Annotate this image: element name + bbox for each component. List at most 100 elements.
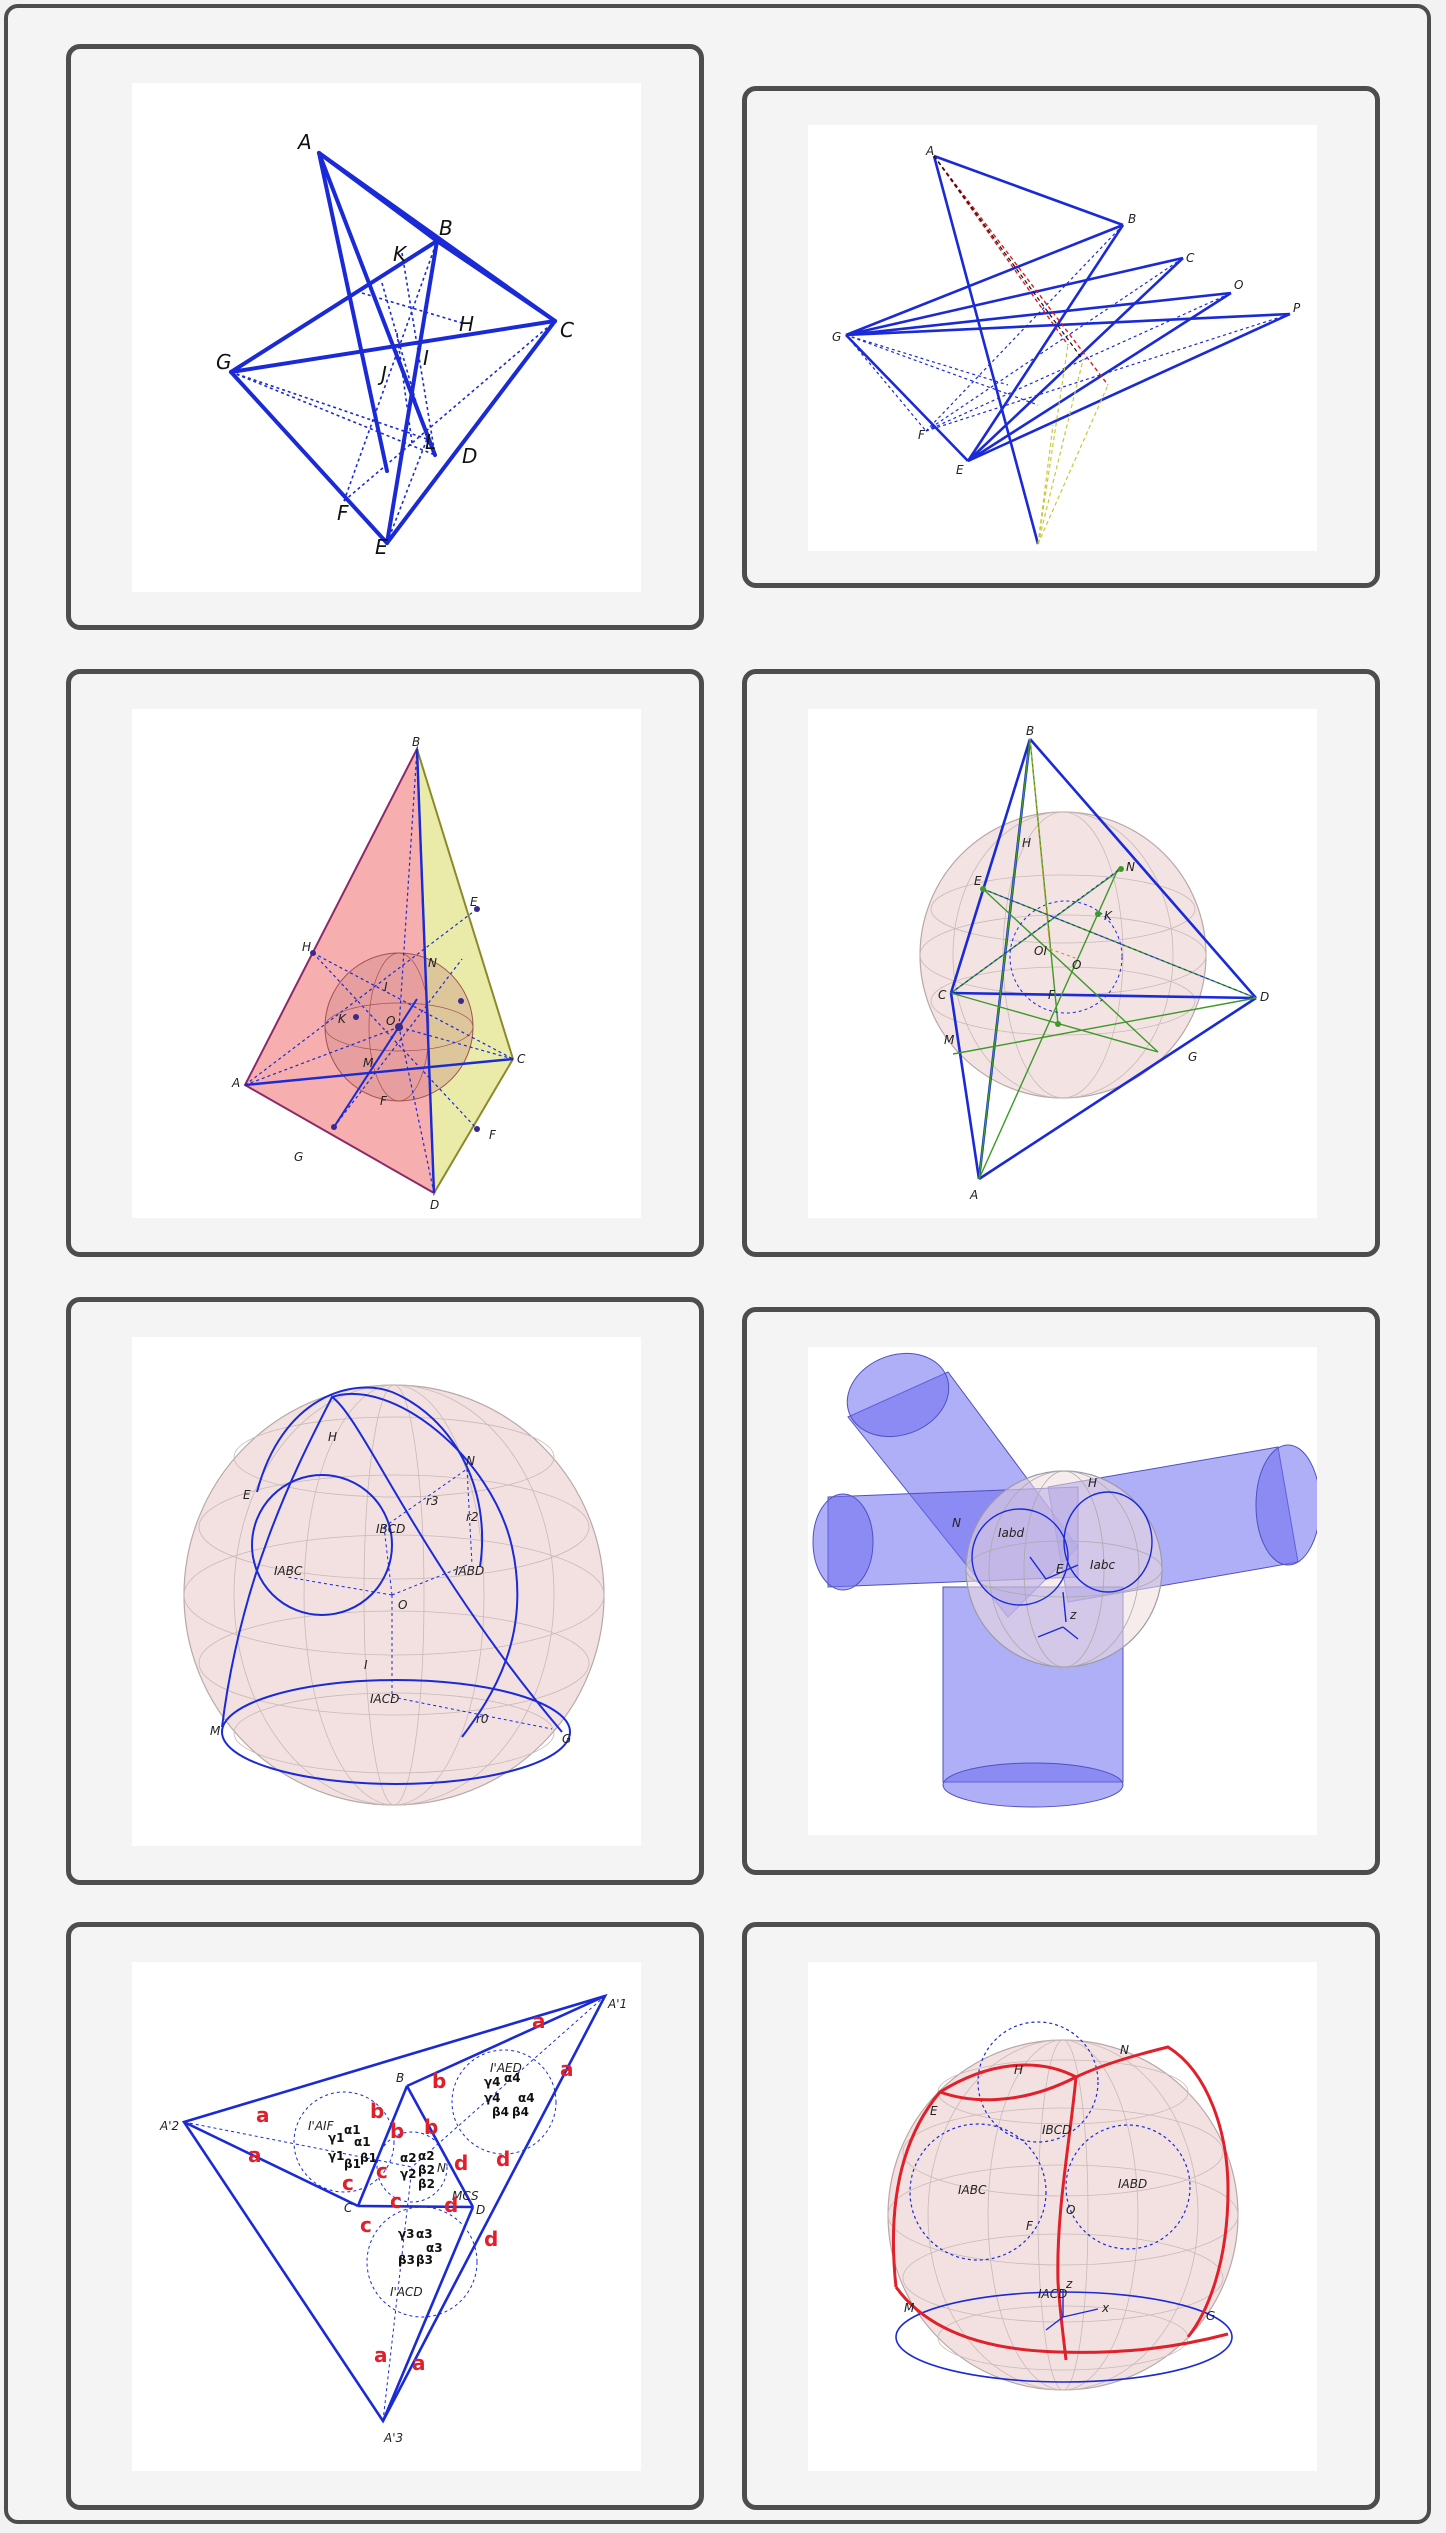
label-K: K	[1104, 909, 1113, 923]
label-O: O	[1072, 958, 1081, 972]
label-D: D	[1260, 990, 1269, 1004]
label-E: E	[470, 895, 478, 909]
label-O: O	[1066, 2203, 1075, 2217]
tetrahedron-diagram-1: A B C D E F G H I J K L	[216, 130, 574, 559]
label-E: E	[974, 874, 982, 888]
label-E: E	[1056, 1562, 1064, 1576]
angle-beta3: β3	[398, 2253, 415, 2267]
edge-b-4: b	[424, 2115, 438, 2139]
label-A: A	[969, 1188, 978, 1202]
label-K: K	[338, 1012, 347, 1026]
label-I: I	[423, 346, 429, 370]
label-B: B	[1026, 724, 1034, 738]
label-B: B	[396, 2071, 404, 2085]
label-B: B	[412, 735, 420, 749]
label-C: C	[1186, 251, 1195, 265]
label-IACD: IACD	[1038, 2287, 1067, 2301]
angle-gamma1: γ1	[328, 2131, 345, 2145]
angle-gamma4: γ4	[484, 2075, 501, 2089]
label-A3: A'3	[383, 2431, 403, 2445]
edge-c-1: c	[342, 2171, 354, 2195]
label-M: M	[944, 1033, 955, 1047]
angle-gamma4b: γ4	[484, 2091, 501, 2105]
label-H: H	[328, 1430, 337, 1444]
label-B: B	[1128, 212, 1136, 226]
edge-c-3: c	[390, 2189, 402, 2213]
edge-b-2: b	[432, 2069, 446, 2093]
label-O: O	[398, 1598, 407, 1612]
angle-alpha3: α3	[416, 2227, 433, 2241]
figure-card-5: H N E r3 r2 IBCD IABC IABD O I IACD M r0…	[66, 1297, 704, 1885]
label-N: N	[466, 1454, 475, 1468]
label-E: E	[375, 535, 388, 559]
label-C: C	[938, 988, 947, 1002]
label-P: F	[380, 1094, 388, 1108]
label-x: x	[1101, 2301, 1110, 2315]
label-H: H	[1014, 2063, 1023, 2077]
label-z: z	[1069, 1608, 1077, 1622]
angle-beta1: β1	[344, 2157, 361, 2171]
label-F: F	[489, 1128, 497, 1142]
label-G: G	[832, 330, 841, 344]
figure-canvas-4: B H N E K O OI C D M G F A	[808, 709, 1317, 1218]
figure-canvas-8: H N E IBCD IABC IABD O F IACD M G z x	[808, 1962, 1317, 2471]
figure-card-1: A B C D E F G H I J K L	[66, 44, 704, 630]
label-N: N	[437, 2161, 446, 2175]
label-G: G	[1206, 2309, 1215, 2323]
tetrahedron-insphere-diagram: B E H N I K O M A C F F G D	[231, 735, 526, 1212]
label-M: M	[210, 1724, 221, 1738]
figure-card-6: H N Iabd E Iabc z	[742, 1307, 1380, 1875]
label-N: N	[1126, 860, 1135, 874]
figure-canvas-7: A'1 A'2 A'3 B C D N I'AED I'AIF I'ACD MC…	[132, 1962, 641, 2471]
angle-alpha4b: α4	[518, 2091, 535, 2105]
label-IBCD: IBCD	[1042, 2123, 1071, 2137]
figure-card-4: B H N E K O OI C D M G F A	[742, 669, 1380, 1257]
label-N: N	[952, 1516, 961, 1530]
label-OI: OI	[1034, 944, 1047, 958]
angle-beta1b: β1	[360, 2151, 377, 2165]
label-D: D	[430, 1198, 439, 1212]
label-D: D	[476, 2203, 485, 2217]
label-C: C	[517, 1052, 526, 1066]
angle-gamma3: γ3	[398, 2227, 415, 2241]
label-G: G	[1188, 1050, 1197, 1064]
label-J: J	[377, 362, 387, 386]
label-F: F	[1048, 988, 1056, 1002]
tetrahedron-circumsphere-diagram: B H N E K O OI C D M G F A	[919, 724, 1269, 1202]
label-H: H	[459, 312, 474, 336]
figure-canvas-2: A B C O P G F E	[808, 125, 1317, 551]
label-M: M	[904, 2301, 915, 2315]
label-I: I	[384, 980, 388, 994]
sphere-circles-diagram: H N E r3 r2 IBCD IABC IABD O I IACD M r0…	[183, 1384, 605, 1806]
label-Iabc: Iabc	[1090, 1558, 1116, 1572]
label-z: z	[1065, 2277, 1073, 2291]
label-O: O	[386, 1014, 395, 1028]
label-B: B	[439, 216, 453, 240]
angle-gamma2: γ2	[400, 2167, 417, 2181]
angle-beta2b: β2	[418, 2177, 435, 2191]
label-A: A	[296, 130, 312, 154]
edge-a-5: a	[374, 2343, 388, 2367]
angle-gamma1b: γ1	[328, 2149, 345, 2163]
edge-c-2: c	[376, 2159, 388, 2183]
label-IABC: IABC	[958, 2183, 987, 2197]
label-r2: r2	[466, 1510, 479, 1524]
figure-card-7: A'1 A'2 A'3 B C D N I'AED I'AIF I'ACD MC…	[66, 1922, 704, 2510]
sphere-spherical-tetrahedron-diagram: H N E IBCD IABC IABD O F IACD M G z x	[887, 2021, 1239, 2391]
angle-alpha4: α4	[504, 2071, 521, 2085]
angle-alpha1b: α1	[354, 2135, 371, 2149]
label-Iabd: Iabd	[998, 1526, 1025, 1540]
label-IABD: IABD	[455, 1564, 484, 1578]
label-A: A	[925, 144, 934, 158]
sphere-cylinders-diagram: H N Iabd E Iabc z	[812, 1352, 1317, 1808]
label-G: G	[216, 350, 232, 374]
angle-alpha2: α2	[400, 2151, 417, 2165]
edge-d-4: d	[484, 2227, 498, 2251]
label-N: N	[1120, 2043, 1129, 2057]
label-H: H	[1022, 836, 1031, 850]
edge-a-1: a	[532, 2009, 546, 2033]
label-H: H	[302, 940, 311, 954]
label-G: G	[562, 1732, 571, 1746]
angle-beta2: β2	[418, 2163, 435, 2177]
edge-b-1: b	[370, 2099, 384, 2123]
